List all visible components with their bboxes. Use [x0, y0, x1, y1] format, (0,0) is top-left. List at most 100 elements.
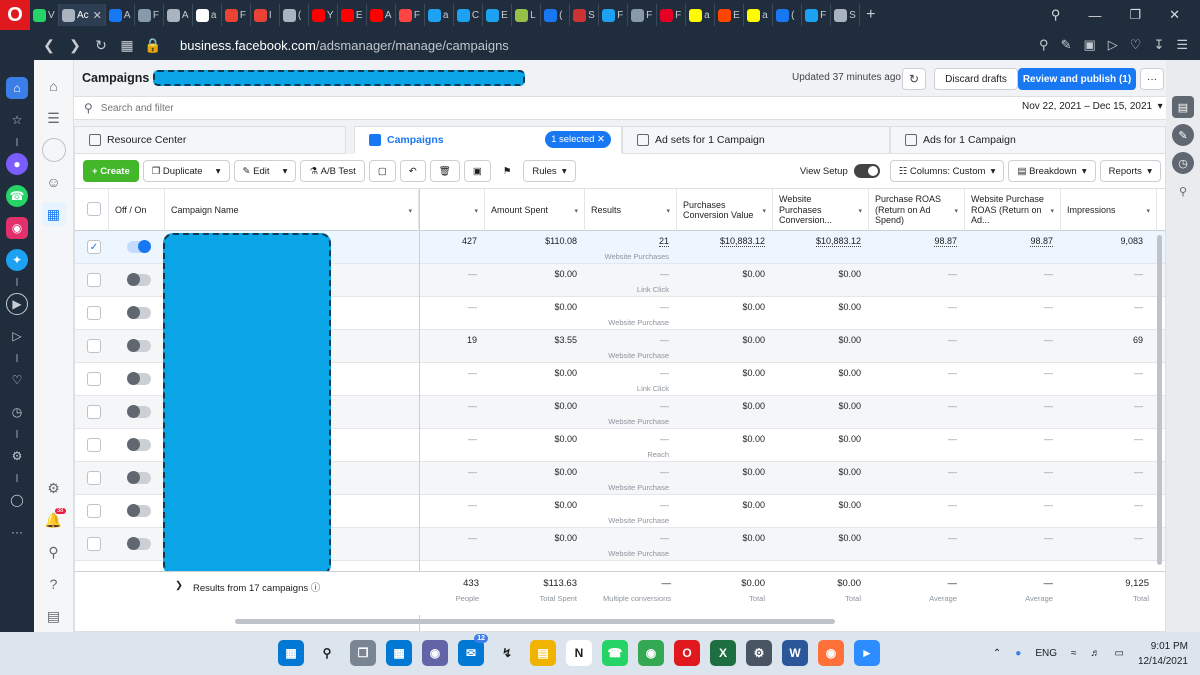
flow-icon[interactable]: ▷ — [6, 325, 28, 347]
settings-nav-icon[interactable]: ⚙ — [42, 476, 66, 500]
excel-icon[interactable]: X — [710, 640, 736, 666]
opera-taskbar-icon[interactable]: O — [674, 640, 700, 666]
vertical-scrollbar[interactable] — [1157, 235, 1162, 565]
teams-icon[interactable]: ◉ — [422, 640, 448, 666]
clock[interactable]: 9:01 PM 12/14/2021 — [1138, 639, 1188, 669]
opera-logo-icon[interactable]: O — [0, 0, 30, 30]
duplicate-button[interactable]: ❐ Duplicate ▾ — [142, 160, 230, 182]
camera-icon[interactable]: ▣ — [1083, 37, 1095, 53]
header-purchase-roas[interactable]: Purchase ROAS (Return on Ad Spend) ▾ — [869, 189, 965, 231]
tab-ad-sets[interactable]: Ad sets for 1 Campaign — [622, 126, 890, 154]
view-setup-toggle[interactable]: View Setup — [800, 164, 880, 178]
browser-tab[interactable]: A — [367, 4, 396, 26]
chart-icon[interactable]: ▤ — [1172, 96, 1194, 118]
browser-tab[interactable]: a — [686, 4, 716, 26]
header-results[interactable]: Results ▾ — [585, 189, 677, 231]
select-all-checkbox[interactable] — [87, 202, 101, 216]
mic-icon[interactable]: ● — [1015, 648, 1021, 659]
expand-chevron-icon[interactable]: ❯ — [175, 580, 183, 591]
menu-nav-icon[interactable]: ☰ — [42, 106, 66, 130]
send-icon[interactable]: ▷ — [1108, 37, 1118, 53]
emoji-icon[interactable]: ☺ — [42, 170, 66, 194]
edit-icon[interactable]: ✎ — [1061, 37, 1072, 53]
header-impressions[interactable]: Impressions ▾ — [1061, 189, 1157, 231]
browser-tab[interactable]: Ac ✕ — [59, 4, 106, 26]
forward-icon[interactable]: ❯ — [62, 37, 88, 54]
firefox-icon[interactable]: ◉ — [818, 640, 844, 666]
browser-tab[interactable]: V — [30, 4, 59, 26]
browser-tab[interactable]: I — [251, 4, 280, 26]
reports-button[interactable]: Reports ▾ — [1099, 160, 1161, 182]
browser-tab[interactable]: E — [483, 4, 513, 26]
notifications-icon[interactable]: 🔔 38 — [42, 508, 66, 532]
whatsapp-taskbar-icon[interactable]: ☎ — [602, 640, 628, 666]
mail-icon[interactable]: ✉ 12 — [458, 634, 488, 666]
menu-icon[interactable]: ☰ — [1176, 37, 1188, 53]
search-input[interactable] — [100, 102, 401, 114]
review-publish-button[interactable]: Review and publish (1) — [1018, 68, 1136, 90]
history-icon[interactable]: ◷ — [6, 401, 28, 423]
tab-resource-center[interactable]: Resource Center — [74, 126, 346, 154]
browser-tab[interactable]: A — [106, 4, 135, 26]
row-checkbox[interactable]: ✓ — [87, 240, 101, 254]
browser-tab[interactable]: E — [338, 4, 367, 26]
campaign-toggle[interactable] — [127, 471, 151, 484]
horizontal-scrollbar[interactable] — [235, 619, 835, 624]
campaign-toggle[interactable] — [127, 372, 151, 385]
messenger-icon[interactable]: ● — [6, 153, 28, 175]
campaign-toggle[interactable] — [127, 339, 151, 352]
account-avatar[interactable] — [41, 138, 66, 162]
zap-icon[interactable]: ↯ — [494, 640, 520, 666]
ab-test-button[interactable]: ⚗ A/B Test — [300, 160, 365, 182]
language-indicator[interactable]: ENG — [1035, 648, 1057, 659]
close-window-icon[interactable]: ✕ — [1169, 7, 1180, 23]
close-tab-icon[interactable]: ✕ — [93, 9, 102, 22]
campaigns-table-icon[interactable]: ▦ — [41, 202, 66, 226]
browser-tab[interactable]: ( — [541, 4, 571, 26]
campaign-toggle[interactable] — [127, 504, 151, 517]
browser-tab[interactable]: Y — [309, 4, 338, 26]
header-off-on[interactable]: Off / On — [109, 189, 165, 231]
new-tab-icon[interactable]: + — [866, 6, 875, 24]
browser-tab[interactable]: F — [628, 4, 658, 26]
zoom-icon[interactable]: ⚲ — [1172, 180, 1194, 202]
browser-tab[interactable]: F — [657, 4, 687, 26]
browser-tab[interactable]: ( — [773, 4, 803, 26]
undo-icon[interactable]: ↶ — [399, 160, 426, 182]
campaign-toggle[interactable] — [127, 240, 151, 253]
edit-button[interactable]: ✎ Edit ▾ — [233, 160, 297, 182]
browser-tab[interactable]: F — [222, 4, 251, 26]
explorer-icon[interactable]: ▤ — [530, 640, 556, 666]
home-icon[interactable]: ⌂ — [6, 77, 28, 99]
heart-icon[interactable]: ♡ — [1130, 37, 1142, 53]
browser-tab[interactable]: ( — [280, 4, 309, 26]
battery-icon[interactable]: ▭ — [1114, 648, 1123, 659]
row-checkbox[interactable] — [87, 405, 101, 419]
history-panel-icon[interactable]: ◷ — [1172, 152, 1194, 174]
browser-tab[interactable]: F — [599, 4, 629, 26]
more-icon[interactable]: ··· — [6, 521, 28, 543]
start-icon[interactable]: ▦ — [278, 640, 304, 666]
search-nav-icon[interactable]: ⚲ — [42, 540, 66, 564]
preview-icon[interactable]: ▣ — [463, 160, 491, 182]
browser-tab[interactable]: L — [512, 4, 542, 26]
date-range-picker[interactable]: Nov 22, 2021 – Dec 15, 2021 ▾ — [1022, 101, 1163, 112]
row-checkbox[interactable] — [87, 438, 101, 452]
bookmarks-heart-icon[interactable]: ♡ — [6, 369, 28, 391]
settings-icon[interactable]: ⚙ — [6, 445, 28, 467]
help-icon[interactable]: ? — [42, 572, 66, 596]
delete-icon[interactable]: 🗑 — [429, 160, 460, 182]
browser-tab[interactable]: A — [164, 4, 193, 26]
chrome-icon[interactable]: ◉ — [638, 640, 664, 666]
star-icon[interactable]: ☆ — [6, 109, 28, 131]
header-reach[interactable]: ▾ — [419, 189, 485, 231]
header-purchases-value[interactable]: Purchases Conversion Value ▾ — [677, 189, 773, 231]
selected-badge[interactable]: 1 selected ✕ — [545, 131, 611, 148]
browser-tab[interactable]: F — [396, 4, 425, 26]
row-checkbox[interactable] — [87, 306, 101, 320]
tag-icon[interactable]: ⚑ — [494, 160, 520, 182]
browser-tab[interactable]: S — [831, 4, 861, 26]
word-icon[interactable]: W — [782, 640, 808, 666]
minimize-icon[interactable]: — — [1088, 8, 1101, 23]
view-setup-switch[interactable] — [853, 164, 880, 178]
